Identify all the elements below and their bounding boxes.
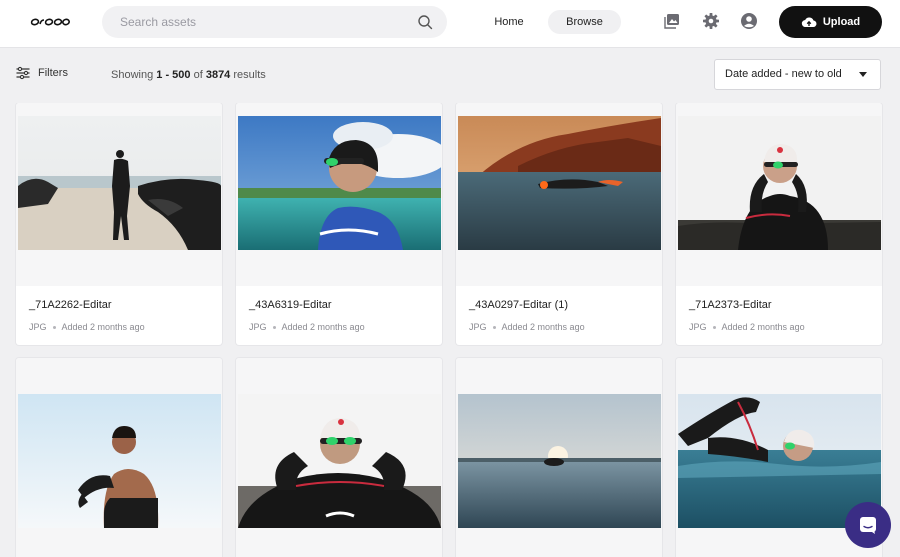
search-bar	[102, 6, 447, 38]
asset-meta: JPG Added 2 months ago	[249, 322, 365, 332]
asset-card[interactable]: _71A2373-Editar JPG Added 2 months ago	[676, 103, 882, 345]
asset-card[interactable]	[16, 358, 222, 557]
filters-button[interactable]: Filters	[16, 66, 68, 80]
search-input[interactable]	[102, 6, 402, 38]
gear-icon[interactable]	[702, 12, 720, 30]
asset-grid: _71A2262-Editar JPG Added 2 months ago _…	[0, 103, 900, 557]
asset-thumbnail-area	[16, 103, 222, 286]
asset-meta: JPG Added 2 months ago	[469, 322, 585, 332]
asset-meta: JPG Added 2 months ago	[689, 322, 805, 332]
asset-name: _43A0297-Editar (1)	[469, 299, 569, 311]
results-count: Showing 1 - 500 of 3874 results	[111, 69, 266, 81]
asset-image	[458, 394, 661, 528]
nav-home[interactable]: Home	[484, 10, 534, 34]
chat-launcher-button[interactable]	[845, 502, 891, 548]
asset-thumbnail-area	[456, 358, 662, 557]
asset-meta: JPG Added 2 months ago	[29, 322, 145, 332]
upload-button[interactable]: Upload	[779, 6, 882, 38]
asset-thumbnail-area	[236, 103, 442, 286]
search-icon[interactable]	[417, 14, 433, 30]
sort-dropdown[interactable]: Date added - new to old	[714, 59, 881, 90]
upload-label: Upload	[822, 16, 861, 28]
cloud-upload-icon	[801, 17, 817, 28]
asset-name: _71A2262-Editar	[29, 299, 112, 311]
asset-card[interactable]: _71A2262-Editar JPG Added 2 months ago	[16, 103, 222, 345]
gallery-icon[interactable]	[663, 12, 681, 30]
asset-name: _43A6319-Editar	[249, 299, 332, 311]
asset-card[interactable]	[456, 358, 662, 557]
asset-image	[238, 116, 441, 250]
asset-thumbnail-area	[236, 358, 442, 557]
top-bar: Home Browse Upload	[0, 0, 900, 48]
orca-logo[interactable]	[30, 13, 70, 31]
asset-card[interactable]: _43A0297-Editar (1) JPG Added 2 months ag…	[456, 103, 662, 345]
asset-card[interactable]	[236, 358, 442, 557]
account-icon[interactable]	[740, 12, 758, 30]
asset-image	[18, 394, 221, 528]
nav-browse[interactable]: Browse	[548, 10, 621, 34]
asset-image	[238, 394, 441, 528]
asset-image	[458, 116, 661, 250]
asset-name: _71A2373-Editar	[689, 299, 772, 311]
filters-label: Filters	[38, 67, 68, 79]
filter-lines-icon	[16, 66, 30, 80]
asset-thumbnail-area	[676, 103, 882, 286]
chat-icon	[860, 517, 876, 534]
sort-value: Date added - new to old	[725, 68, 842, 80]
asset-image	[18, 116, 221, 250]
asset-image	[678, 394, 881, 528]
caret-down-icon	[859, 72, 867, 77]
asset-thumbnail-area	[16, 358, 222, 557]
asset-image	[678, 116, 881, 250]
asset-thumbnail-area	[456, 103, 662, 286]
toolbar: Filters Showing 1 - 500 of 3874 results …	[0, 49, 900, 103]
asset-card[interactable]: _43A6319-Editar JPG Added 2 months ago	[236, 103, 442, 345]
